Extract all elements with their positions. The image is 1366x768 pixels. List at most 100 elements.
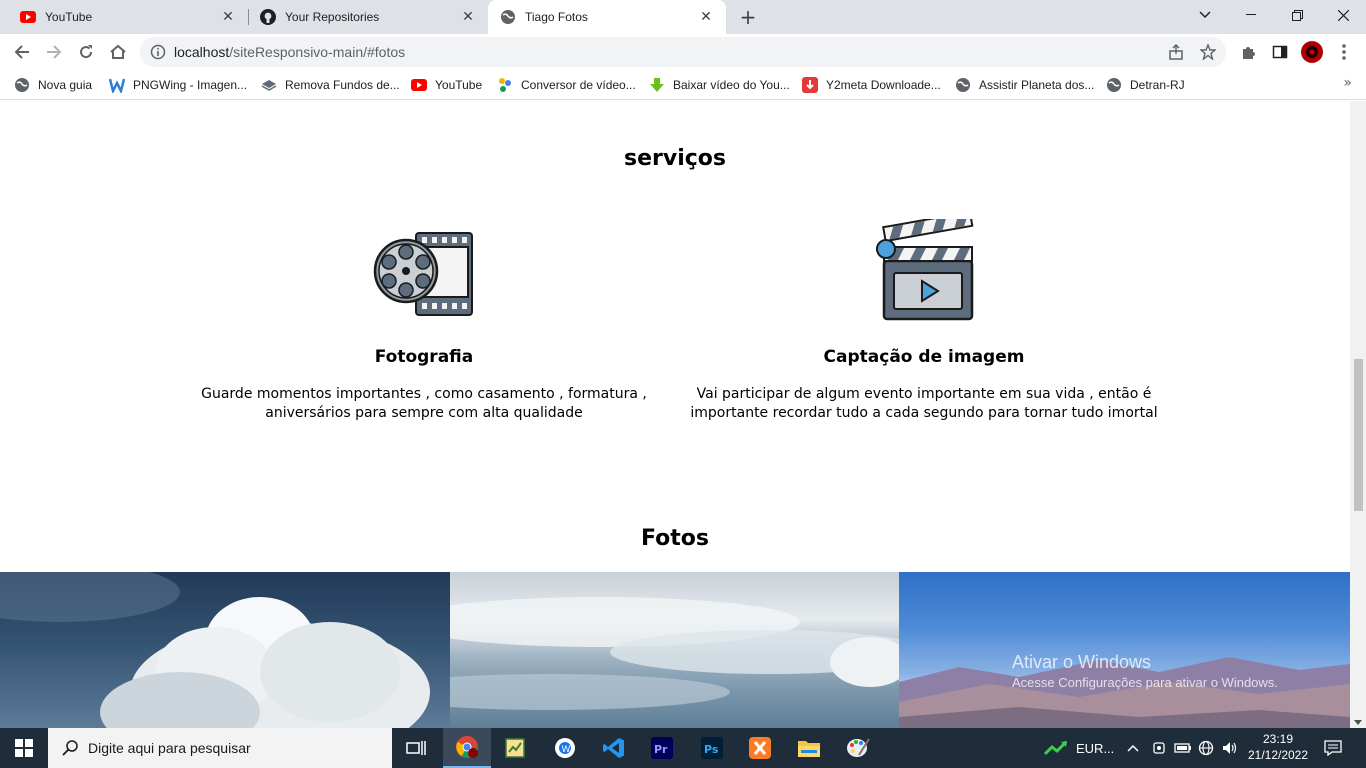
restore-button[interactable] bbox=[1274, 0, 1320, 30]
tab-search-icon[interactable] bbox=[1182, 0, 1228, 30]
tab-close-icon[interactable]: ✕ bbox=[698, 9, 714, 25]
address-bar[interactable]: localhost/siteResponsivo-main/#fotos bbox=[140, 37, 1226, 67]
premiere-icon: Pr bbox=[651, 737, 673, 759]
clock-time: 23:19 bbox=[1262, 732, 1294, 746]
bookmark-label: PNGWing - Imagen... bbox=[133, 78, 248, 92]
taskbar-clock[interactable]: 23:19 21/12/2022 bbox=[1244, 731, 1312, 763]
bookmark-star-icon[interactable] bbox=[1199, 43, 1217, 61]
browser-toolbar: localhost/siteResponsivo-main/#fotos bbox=[0, 34, 1366, 70]
forward-button[interactable] bbox=[40, 38, 68, 66]
vscode-icon bbox=[603, 738, 624, 758]
tab-tiago-fotos[interactable]: Tiago Fotos ✕ bbox=[488, 0, 726, 34]
back-button[interactable] bbox=[8, 38, 36, 66]
taskbar-chrome[interactable] bbox=[443, 728, 491, 768]
profile-avatar[interactable] bbox=[1298, 38, 1326, 66]
taskbar-vscode[interactable] bbox=[590, 728, 638, 768]
taskbar-notepad[interactable] bbox=[491, 728, 539, 768]
layers-icon bbox=[261, 77, 277, 93]
chrome-icon bbox=[456, 736, 478, 758]
taskbar-paint[interactable] bbox=[834, 728, 882, 768]
windows-logo-icon bbox=[15, 739, 33, 757]
service-card-captacao: Captação de imagem Vai participar de alg… bbox=[684, 210, 1164, 423]
bookmark-item[interactable]: PNGWing - Imagen... bbox=[109, 75, 247, 95]
extensions-icon[interactable] bbox=[1234, 38, 1262, 66]
taskbar-file-explorer[interactable] bbox=[785, 728, 833, 768]
service-title: Captação de imagem bbox=[823, 347, 1025, 367]
youtube-icon bbox=[20, 9, 36, 25]
tray-battery-icon[interactable] bbox=[1174, 728, 1192, 768]
search-placeholder: Digite aqui para pesquisar bbox=[88, 740, 251, 756]
bookmark-item[interactable]: Baixar vídeo do You... bbox=[649, 75, 790, 95]
taskbar-search-box[interactable]: Digite aqui para pesquisar bbox=[48, 728, 392, 768]
tray-network-device-icon[interactable] bbox=[1152, 728, 1166, 768]
github-icon bbox=[260, 9, 276, 25]
page-scrollbar[interactable] bbox=[1350, 101, 1366, 728]
stock-up-icon bbox=[1044, 740, 1068, 756]
taskbar-photoshop[interactable]: Ps bbox=[688, 728, 736, 768]
service-card-fotografia: Fotografia Guarde momentos importantes ,… bbox=[184, 219, 664, 423]
bookmark-item[interactable]: Conversor de vídeo... bbox=[497, 75, 636, 95]
bookmark-label: Conversor de vídeo... bbox=[521, 78, 636, 92]
start-button[interactable] bbox=[0, 728, 48, 768]
arrow-right-icon bbox=[47, 45, 62, 59]
tray-chevron-up-icon[interactable] bbox=[1127, 728, 1139, 768]
service-title: Fotografia bbox=[374, 347, 474, 367]
bookmark-item[interactable]: Y2meta Downloade... bbox=[802, 75, 941, 95]
menu-dots-icon[interactable] bbox=[1330, 38, 1358, 66]
bookmark-item[interactable]: Detran-RJ bbox=[1106, 75, 1185, 95]
bookmark-item[interactable]: YouTube bbox=[411, 75, 482, 95]
tray-volume-icon[interactable] bbox=[1222, 728, 1238, 768]
tray-currency-label: EUR... bbox=[1076, 740, 1115, 756]
clapperboard-icon bbox=[872, 210, 976, 323]
side-panel-icon[interactable] bbox=[1266, 38, 1294, 66]
taskbar-premiere[interactable]: Pr bbox=[638, 728, 686, 768]
watermark-subtitle: Acesse Configurações para ativar o Windo… bbox=[1012, 675, 1278, 690]
tab-your-repositories[interactable]: Your Repositories ✕ bbox=[248, 0, 488, 34]
mountains-photo bbox=[899, 572, 1350, 728]
service-description: Vai participar de algum evento important… bbox=[690, 386, 1158, 421]
sky-photo bbox=[450, 572, 900, 728]
bookmark-item[interactable]: Nova guia bbox=[14, 75, 92, 95]
taskbar-app[interactable]: W bbox=[541, 728, 589, 768]
service-description: Guarde momentos importantes , como casam… bbox=[201, 386, 647, 421]
share-icon[interactable] bbox=[1168, 43, 1184, 60]
tab-close-icon[interactable]: ✕ bbox=[220, 9, 236, 25]
app-circle-icon: W bbox=[555, 738, 575, 758]
tab-youtube[interactable]: YouTube ✕ bbox=[8, 0, 248, 34]
chevron-double-right-icon[interactable]: » bbox=[1343, 75, 1352, 91]
tray-currency-widget[interactable]: EUR... bbox=[1044, 728, 1114, 768]
minimize-button[interactable] bbox=[1228, 0, 1274, 30]
close-window-button[interactable] bbox=[1320, 0, 1366, 30]
home-button[interactable] bbox=[104, 38, 132, 66]
tab-close-icon[interactable]: ✕ bbox=[460, 9, 476, 25]
svg-text:Pr: Pr bbox=[654, 743, 668, 756]
bookmark-item[interactable]: Remova Fundos de... bbox=[261, 75, 400, 95]
paint-palette-icon bbox=[847, 738, 870, 757]
new-tab-button[interactable]: + bbox=[737, 6, 759, 28]
bookmark-label: Nova guia bbox=[38, 78, 93, 92]
notification-center-icon[interactable] bbox=[1324, 728, 1342, 768]
scrollbar-thumb[interactable] bbox=[1354, 359, 1363, 511]
scroll-down-arrow-icon[interactable] bbox=[1354, 720, 1362, 725]
url-text: localhost/siteResponsivo-main/#fotos bbox=[174, 44, 405, 60]
bookmark-label: YouTube bbox=[435, 78, 483, 92]
info-icon[interactable] bbox=[150, 44, 166, 60]
notepad-icon bbox=[505, 738, 525, 758]
bookmarks-bar: Nova guia PNGWing - Imagen... Remova Fun… bbox=[0, 70, 1366, 100]
reload-button[interactable] bbox=[72, 38, 100, 66]
folder-icon bbox=[798, 741, 820, 757]
film-reel-icon bbox=[372, 219, 476, 323]
globe-icon bbox=[500, 9, 516, 25]
bookmark-item[interactable]: Assistir Planeta dos... bbox=[955, 75, 1094, 95]
task-view-button[interactable] bbox=[392, 728, 440, 768]
svg-text:Ps: Ps bbox=[704, 743, 719, 756]
url-host: localhost bbox=[174, 44, 230, 60]
photos-title: Fotos bbox=[641, 526, 709, 551]
url-path: /siteResponsivo-main/#fotos bbox=[229, 44, 406, 60]
bookmark-label: Detran-RJ bbox=[1130, 78, 1185, 92]
taskbar-xampp[interactable] bbox=[736, 728, 784, 768]
tray-globe-icon[interactable] bbox=[1198, 728, 1214, 768]
globe-icon bbox=[955, 77, 971, 93]
tab-title: Your Repositories bbox=[285, 10, 380, 24]
windows-taskbar: Digite aqui para pesquisar W Pr Ps EUR..… bbox=[0, 728, 1366, 768]
